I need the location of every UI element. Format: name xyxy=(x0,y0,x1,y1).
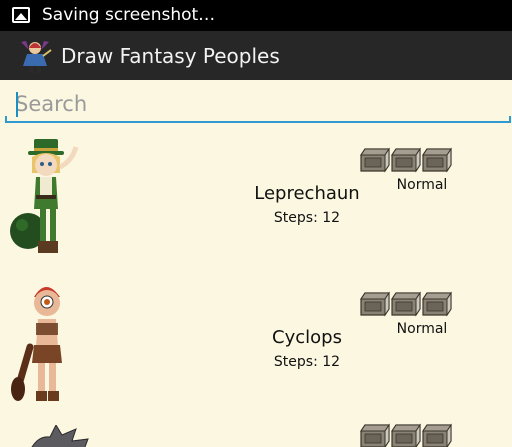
book-icon xyxy=(391,292,421,316)
book-icon xyxy=(422,148,452,172)
search-bar[interactable] xyxy=(5,85,511,125)
book-icon xyxy=(422,424,452,447)
search-input[interactable] xyxy=(5,85,511,123)
character-steps: Steps: 12 xyxy=(273,210,341,226)
app-title: Draw Fantasy Peoples xyxy=(61,44,280,68)
character-steps: Steps: 12 xyxy=(273,354,341,370)
search-underline xyxy=(5,116,511,123)
difficulty-rating xyxy=(359,423,455,447)
character-name: Cyclops xyxy=(272,327,342,348)
text-cursor xyxy=(16,92,18,117)
book-icon xyxy=(422,292,452,316)
status-bar: Saving screenshot… xyxy=(0,0,512,31)
image-icon xyxy=(12,7,30,23)
book-icon xyxy=(360,292,390,316)
book-icon xyxy=(360,148,390,172)
list-item[interactable] xyxy=(0,415,512,447)
difficulty-label: Normal xyxy=(396,177,448,193)
leprechaun-image xyxy=(10,139,79,253)
fantasy-character-icon[interactable] xyxy=(17,38,53,74)
status-notification-text: Saving screenshot… xyxy=(42,5,216,25)
difficulty-rating xyxy=(359,291,455,317)
book-icon xyxy=(391,424,421,447)
book-icon xyxy=(360,424,390,447)
difficulty-rating xyxy=(359,147,455,173)
character-name: Leprechaun xyxy=(254,183,360,204)
cyclops-image xyxy=(11,287,62,401)
list-item[interactable]: Cyclops Steps: 12 Normal xyxy=(0,271,512,415)
list-item[interactable]: Leprechaun Steps: 12 Normal xyxy=(0,127,512,271)
difficulty-label: Normal xyxy=(396,321,448,337)
dragon-wing-image xyxy=(31,425,89,447)
character-list[interactable]: Leprechaun Steps: 12 Normal Cyclops Step… xyxy=(0,127,512,447)
action-bar: Draw Fantasy Peoples xyxy=(0,31,512,80)
book-icon xyxy=(391,148,421,172)
